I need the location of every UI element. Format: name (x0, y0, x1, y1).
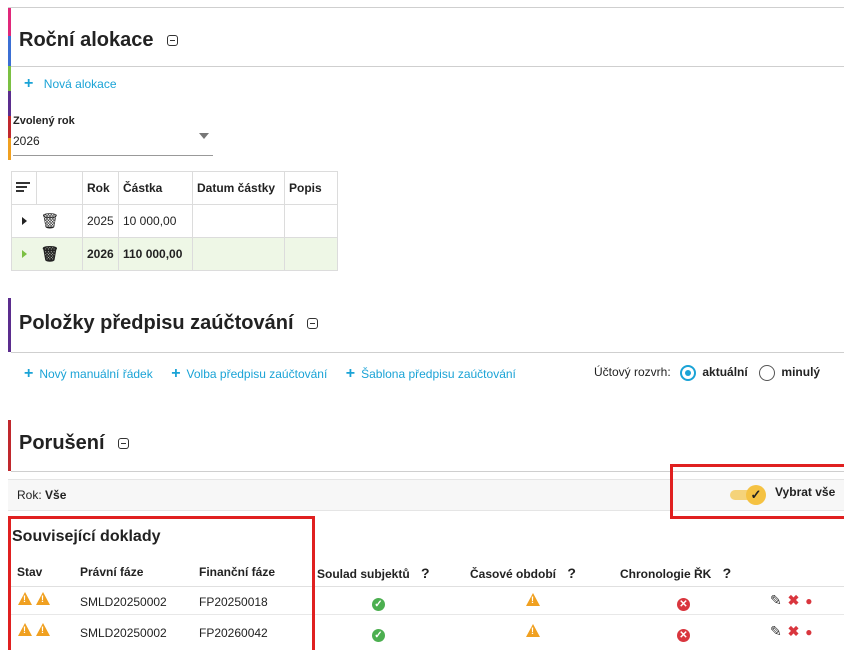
accent-bar-purple (8, 91, 11, 116)
sablona-predpisu-label: Šablona předpisu zaúčtování (361, 367, 516, 381)
highlight-box (8, 516, 315, 650)
accent-bar-green (8, 66, 11, 91)
rok-filter-value: Vše (45, 488, 67, 502)
accent-bar-red (8, 420, 11, 471)
comment-icon[interactable]: ● (805, 625, 812, 639)
chrono-label: Chronologie ŘK (620, 567, 712, 581)
poruseni-title-text: Porušení (19, 432, 105, 454)
column-header-soulad: Soulad subjektů ? (317, 565, 430, 581)
table-header-row: Rok Částka Datum částky Popis (11, 171, 338, 205)
trash-icon[interactable]: 🗑 (41, 213, 60, 230)
warning-icon (526, 624, 540, 642)
year-select-value: 2026 (13, 134, 40, 148)
sablona-predpisu-button[interactable]: + Šablona předpisu zaúčtování (346, 365, 516, 382)
section-divider (11, 352, 844, 353)
collapse-icon[interactable] (167, 35, 179, 47)
radio-minuly[interactable] (759, 365, 776, 381)
column-header-popis[interactable]: Popis (284, 171, 338, 205)
close-icon[interactable]: ✖ (788, 592, 800, 608)
delete-cell[interactable]: 🗑 (36, 237, 83, 271)
ok-icon: ✓ (372, 594, 385, 612)
help-icon[interactable]: ? (567, 565, 576, 581)
expand-arrow-icon[interactable] (21, 250, 27, 258)
highlight-box (670, 464, 844, 519)
close-icon[interactable]: ✖ (788, 623, 800, 639)
error-icon: ✕ (677, 625, 690, 643)
new-alokace-button[interactable]: + Nová alokace (24, 75, 117, 93)
plus-icon: + (345, 365, 356, 382)
pencil-icon[interactable]: ✎ (770, 623, 782, 639)
rok-filter[interactable]: Rok: Vše (17, 488, 66, 502)
delete-cell[interactable]: 🗑 (36, 204, 83, 238)
warning-icon (526, 593, 540, 611)
chevron-down-icon (199, 133, 209, 139)
poruseni-title: Porušení (19, 432, 130, 455)
section-divider (11, 66, 844, 67)
rozvrh-label: Účtový rozvrh: (594, 365, 671, 380)
rozvrh-group: Účtový rozvrh: aktuální minulý (594, 365, 820, 381)
cell-castka: 10 000,00 (118, 204, 193, 238)
radio-minuly-label[interactable]: minulý (781, 365, 820, 379)
trash-icon[interactable]: 🗑 (41, 246, 60, 263)
polozky-actions: + Nový manuální řádek + Volba předpisu zaú… (24, 365, 516, 383)
radio-aktualni[interactable] (680, 365, 697, 381)
column-header-rok[interactable]: Rok (82, 171, 119, 205)
new-manual-row-button[interactable]: + Nový manuální řádek (24, 365, 153, 382)
alokace-title: Roční alokace (19, 29, 179, 52)
collapse-icon[interactable] (307, 318, 319, 330)
row-actions: ✎ ✖ ● (770, 592, 813, 609)
accent-bar-pink (8, 8, 11, 36)
radio-aktualni-label[interactable]: aktuální (702, 365, 747, 379)
column-menu-cell[interactable] (11, 171, 37, 205)
table-row-selected[interactable]: 🗑 2026 110 000,00 (11, 237, 338, 271)
pencil-icon[interactable]: ✎ (770, 592, 782, 608)
help-icon[interactable]: ? (421, 565, 430, 581)
error-icon: ✕ (677, 594, 690, 612)
volba-predpisu-button[interactable]: + Volba předpisu zaúčtování (171, 365, 327, 382)
top-border (8, 7, 844, 8)
column-header-datum[interactable]: Datum částky (192, 171, 285, 205)
accent-bar-orange (8, 138, 11, 160)
menu-lines-icon (16, 180, 30, 194)
soulad-label: Soulad subjektů (317, 567, 410, 581)
plus-icon: + (171, 365, 181, 382)
rok-filter-label: Rok: (17, 488, 42, 502)
cell-datum (192, 204, 285, 238)
column-header-casove: Časové období ? (470, 565, 576, 581)
table-row[interactable]: 🗑 2025 10 000,00 (11, 204, 338, 238)
column-header-chrono: Chronologie ŘK ? (620, 565, 731, 581)
cell-popis (284, 204, 338, 238)
expand-cell[interactable] (11, 204, 37, 238)
casove-label: Časové období (470, 567, 557, 581)
row-actions: ✎ ✖ ● (770, 623, 813, 640)
plus-icon: + (24, 365, 34, 382)
accent-bar-red (8, 116, 11, 138)
accent-bar-purple (8, 298, 11, 352)
cell-castka: 110 000,00 (118, 237, 193, 271)
comment-icon[interactable]: ● (805, 594, 812, 608)
volba-predpisu-label: Volba předpisu zaúčtování (186, 367, 328, 381)
plus-icon: + (24, 75, 34, 92)
actions-header (36, 171, 83, 205)
new-manual-row-label: Nový manuální řádek (39, 367, 153, 381)
new-alokace-label: Nová alokace (43, 77, 117, 91)
expand-arrow-icon[interactable] (21, 217, 27, 225)
help-icon[interactable]: ? (723, 565, 732, 581)
cell-rok: 2026 (82, 237, 119, 271)
year-select[interactable]: 2026 (13, 132, 213, 156)
accent-bar-blue (8, 36, 11, 66)
expand-cell[interactable] (11, 237, 37, 271)
cell-datum (192, 237, 285, 271)
alokace-title-text: Roční alokace (19, 29, 154, 51)
cell-popis (284, 237, 338, 271)
cell-rok: 2025 (82, 204, 119, 238)
polozky-title-text: Položky předpisu zaúčtování (19, 312, 294, 334)
polozky-title: Položky předpisu zaúčtování (19, 312, 319, 335)
collapse-icon[interactable] (118, 438, 130, 450)
ok-icon: ✓ (372, 625, 385, 643)
year-select-label: Zvolený rok (13, 115, 75, 127)
alokace-table: Rok Částka Datum částky Popis 🗑 2025 10 … (11, 171, 338, 271)
column-header-castka[interactable]: Částka (118, 171, 193, 205)
